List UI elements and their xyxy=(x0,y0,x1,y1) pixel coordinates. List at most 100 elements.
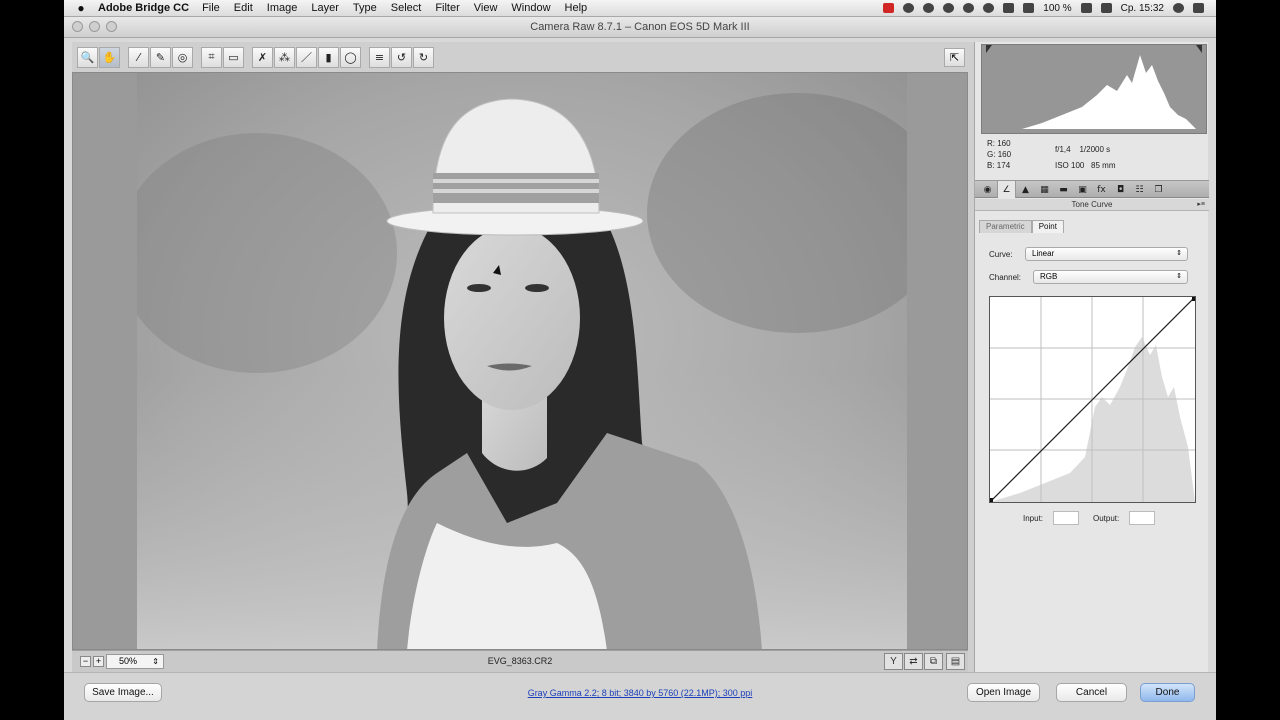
zoom-tool-icon[interactable]: 🔍 xyxy=(77,46,98,68)
cancel-button[interactable]: Cancel xyxy=(1056,683,1127,702)
menu-select[interactable]: Select xyxy=(391,2,422,14)
shadow-clipping-icon xyxy=(986,45,992,53)
bluetooth-icon[interactable] xyxy=(983,3,995,13)
g-label: G: xyxy=(987,150,996,159)
straighten-tool-icon[interactable]: ▭ xyxy=(223,46,244,68)
tab-parametric[interactable]: Parametric xyxy=(979,220,1032,233)
menu-window[interactable]: Window xyxy=(511,2,550,14)
targeted-adjustment-tool-icon[interactable]: ◎ xyxy=(172,46,193,68)
photo-preview[interactable] xyxy=(137,73,907,649)
menu-filter[interactable]: Filter xyxy=(435,2,459,14)
input-field[interactable] xyxy=(1053,511,1079,525)
chevron-updown-icon: ⇕ xyxy=(1176,250,1182,257)
workflow-options-link[interactable]: Gray Gamma 2.2; 8 bit; 3840 by 5760 (22.… xyxy=(64,688,1216,698)
tab-snapshots-icon[interactable]: ❐ xyxy=(1149,181,1168,198)
tone-curve-editor[interactable] xyxy=(988,296,1197,503)
before-after-y-icon[interactable]: Y xyxy=(884,653,903,670)
menubar-clock[interactable]: Ср. 15:32 xyxy=(1121,3,1164,14)
rotate-ccw-icon[interactable]: ↺ xyxy=(391,46,412,68)
tab-split-toning-icon[interactable]: ▬ xyxy=(1054,181,1073,198)
output-label: Output: xyxy=(1093,514,1120,523)
white-balance-tool-icon[interactable]: ⁄ xyxy=(128,46,149,68)
output-field[interactable] xyxy=(1129,511,1155,525)
fullscreen-toggle-icon[interactable]: ⇱ xyxy=(944,48,965,67)
adjustment-brush-tool-icon[interactable]: ／ xyxy=(296,46,317,68)
copy-settings-icon[interactable]: ⧉ xyxy=(924,653,943,670)
menu-type[interactable]: Type xyxy=(353,2,377,14)
channel-label: Channel: xyxy=(989,273,1022,282)
menu-file[interactable]: File xyxy=(202,2,220,14)
histogram xyxy=(981,44,1207,134)
tool-bar: 🔍 ✋ ⁄ ✎ ◎ ⌗ ▭ ✗ ⁂ ／ ▮ ◯ ≡ ↺ ↻ xyxy=(72,42,972,72)
radial-filter-tool-icon[interactable]: ◯ xyxy=(340,46,361,68)
list-icon[interactable] xyxy=(1193,3,1204,13)
camera-raw-workspace: 🔍 ✋ ⁄ ✎ ◎ ⌗ ▭ ✗ ⁂ ／ ▮ ◯ ≡ ↺ ↻ ⇱ − + 50% … xyxy=(72,42,1209,672)
tone-curve-graph xyxy=(988,296,1197,503)
volume-icon[interactable] xyxy=(1023,3,1035,13)
b-label: B: xyxy=(987,161,995,170)
panel-menu-icon[interactable]: ▸≡ xyxy=(1197,199,1205,211)
tab-basic-icon[interactable]: ◉ xyxy=(978,181,997,198)
window-titlebar: Camera Raw 8.7.1 – Canon EOS 5D Mark III xyxy=(64,17,1216,38)
wifi-icon[interactable] xyxy=(1003,3,1015,13)
flag-icon[interactable] xyxy=(1100,3,1112,13)
curve-select[interactable]: Linear ⇕ xyxy=(1025,247,1188,261)
apple-menu-icon[interactable]: ● xyxy=(64,1,98,15)
g-value: 160 xyxy=(997,150,1012,159)
crop-tool-icon[interactable]: ⌗ xyxy=(201,46,222,68)
swap-before-after-icon[interactable]: ⇄ xyxy=(904,653,923,670)
camera-icon[interactable] xyxy=(903,3,915,13)
status-menu-area: 100 % Ср. 15:32 xyxy=(883,3,1216,14)
window-title: Camera Raw 8.7.1 – Canon EOS 5D Mark III xyxy=(530,21,750,33)
color-sampler-tool-icon[interactable]: ✎ xyxy=(150,46,171,68)
tab-point[interactable]: Point xyxy=(1031,220,1064,233)
tab-tone-curve-icon[interactable]: ∠ xyxy=(997,181,1016,198)
input-label: Input: xyxy=(1023,514,1044,523)
eye-icon[interactable] xyxy=(943,3,955,13)
chevron-updown-icon: ⇕ xyxy=(1176,273,1182,280)
image-filename: EVG_8363.CR2 xyxy=(487,656,553,666)
battery-icon[interactable] xyxy=(1080,3,1092,13)
system-menubar: ● Adobe Bridge CC File Edit Image Layer … xyxy=(64,0,1216,17)
adjustments-panel: R: 160 G: 160 B: 174 f/1,4 1/2000 s ISO … xyxy=(974,42,1209,672)
notification-icon[interactable] xyxy=(923,3,935,13)
battery-percent: 100 % xyxy=(1043,2,1072,14)
graduated-filter-tool-icon[interactable]: ▮ xyxy=(318,46,339,68)
menu-layer[interactable]: Layer xyxy=(311,2,339,14)
tab-presets-icon[interactable]: ☷ xyxy=(1130,181,1149,198)
dialog-bottombar: Save Image... Gray Gamma 2.2; 8 bit; 384… xyxy=(64,672,1216,720)
curve-mode-tabs: Parametric Point xyxy=(979,220,1064,233)
done-button[interactable]: Done xyxy=(1140,683,1195,702)
image-canvas[interactable] xyxy=(72,72,968,650)
open-image-button[interactable]: Open Image xyxy=(967,683,1040,702)
record-icon[interactable] xyxy=(883,3,895,13)
r-label: R: xyxy=(987,139,995,148)
spot-removal-tool-icon[interactable]: ✗ xyxy=(252,46,273,68)
highlight-clipping-icon xyxy=(1196,45,1202,53)
tab-hsl-icon[interactable]: ▦ xyxy=(1035,181,1054,198)
rotate-cw-icon[interactable]: ↻ xyxy=(413,46,434,68)
app-name-menu[interactable]: Adobe Bridge CC xyxy=(98,2,189,14)
hand-tool-icon[interactable]: ✋ xyxy=(99,46,120,68)
shutter-value: 1/2000 s xyxy=(1079,145,1111,154)
image-statusbar: − + 50% ⇕ EVG_8363.CR2 Y ⇄ ⧉ ▤ xyxy=(72,650,968,672)
toggle-view-icon[interactable]: ▤ xyxy=(946,653,965,670)
tab-lens-icon[interactable]: ▣ xyxy=(1073,181,1092,198)
tab-camera-calibration-icon[interactable]: ◘ xyxy=(1111,181,1130,198)
red-eye-tool-icon[interactable]: ⁂ xyxy=(274,46,295,68)
tab-effects-icon[interactable]: fx xyxy=(1092,181,1111,198)
channel-select[interactable]: RGB ⇕ xyxy=(1033,270,1188,284)
search-icon[interactable] xyxy=(1173,3,1184,13)
tab-detail-icon[interactable]: ▲ xyxy=(1016,181,1035,198)
focal-length-value: 85 mm xyxy=(1091,161,1116,170)
histogram-graph xyxy=(986,45,1202,129)
time-machine-icon[interactable] xyxy=(963,3,975,13)
curve-value: Linear xyxy=(1032,249,1055,258)
menu-image[interactable]: Image xyxy=(267,2,298,14)
menu-view[interactable]: View xyxy=(474,2,498,14)
curve-label: Curve: xyxy=(989,250,1013,259)
menu-edit[interactable]: Edit xyxy=(234,2,253,14)
menu-help[interactable]: Help xyxy=(565,2,588,14)
aperture-value: f/1,4 xyxy=(1055,145,1071,154)
preferences-icon[interactable]: ≡ xyxy=(369,46,390,68)
